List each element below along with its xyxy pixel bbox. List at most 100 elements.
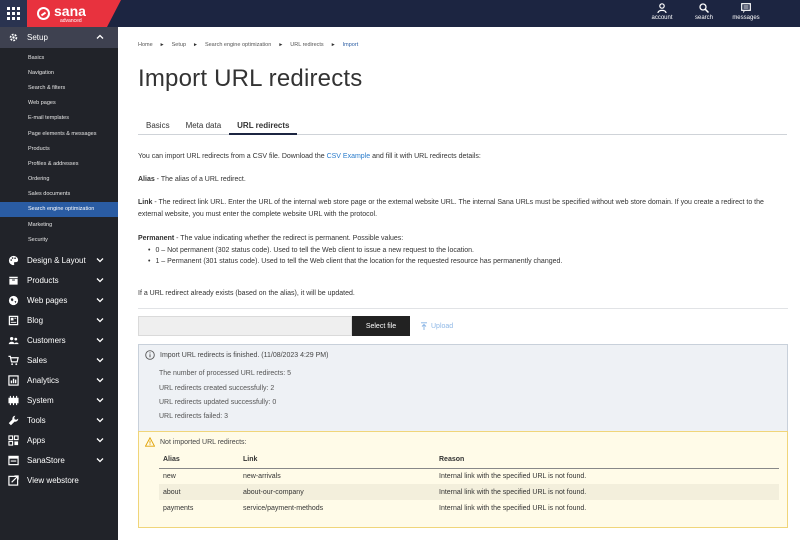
sidebar-section-label: Setup [27, 33, 48, 42]
cell-link: about-our-company [239, 484, 435, 500]
sidebar-section-sanastore[interactable]: SanaStore [0, 450, 118, 470]
list-item: 1 – Permanent (301 status code). Used to… [148, 256, 788, 268]
setup-submenu: Basics Navigation Search & filters Web p… [0, 50, 118, 247]
sidebar-section-analytics[interactable]: Analytics [0, 370, 118, 390]
cart-icon [7, 354, 19, 366]
permanent-description: Permanent - The value indicating whether… [138, 233, 788, 268]
chevron-up-icon [96, 34, 104, 39]
table-row: new new-arrivals Internal link with the … [159, 468, 779, 484]
sidebar-section-customers[interactable]: Customers [0, 330, 118, 350]
sidebar-item-profiles[interactable]: Profiles & addresses [0, 156, 118, 171]
sidebar-section-system[interactable]: System [0, 390, 118, 410]
not-imported-table: Alias Link Reason new new-arrivals Inter… [159, 452, 779, 516]
chevron-right-icon: ► [278, 42, 284, 48]
sidebar-item-page-elements[interactable]: Page elements & messages [0, 126, 118, 141]
tab-bar: Basics Meta data URL redirects [138, 120, 787, 135]
table-row: about about-our-company Internal link wi… [159, 484, 779, 500]
cell-reason: Internal link with the specified URL is … [439, 472, 587, 480]
result-line: The number of processed URL redirects: 5 [159, 370, 292, 377]
page-title: Import URL redirects [138, 65, 363, 92]
view-webstore-link[interactable]: View webstore [0, 470, 118, 490]
store-icon [7, 454, 19, 466]
sidebar-section-products[interactable]: Products [0, 270, 118, 290]
chevron-down-icon [96, 338, 104, 343]
tab-meta-data[interactable]: Meta data [178, 120, 230, 135]
breadcrumb-seo[interactable]: Search engine optimization [205, 42, 271, 48]
result-line: URL redirects failed: 3 [159, 413, 228, 420]
table-header-row: Alias Link Reason [159, 452, 779, 469]
sidebar-item-seo[interactable]: Search engine optimization [0, 201, 118, 218]
logo-wedge [107, 0, 121, 27]
chevron-right-icon: ► [330, 42, 336, 48]
sidebar-section-setup[interactable]: Setup [0, 27, 118, 48]
breadcrumb-url-redirects[interactable]: URL redirects [290, 42, 323, 48]
sidebar-item-navigation[interactable]: Navigation [0, 65, 118, 80]
search-button[interactable]: search [690, 3, 718, 21]
cell-reason: Internal link with the specified URL is … [439, 504, 587, 512]
box-icon [7, 274, 19, 286]
cell-alias: new [163, 472, 176, 480]
table-row: payments service/payment-methods Interna… [159, 500, 779, 516]
intro-text: You can import URL redirects from a CSV … [138, 153, 481, 160]
breadcrumb-home[interactable]: Home [138, 42, 153, 48]
permanent-values-list: 0 – Not permanent (302 status code). Use… [148, 245, 788, 268]
chevron-down-icon [96, 438, 104, 443]
sidebar-section-web-pages[interactable]: Web pages [0, 290, 118, 310]
select-file-button[interactable]: Select file [352, 316, 410, 336]
file-upload-row: Select file Upload [138, 316, 453, 336]
file-path-field[interactable] [138, 316, 352, 336]
chevron-down-icon [96, 318, 104, 323]
cell-link: new-arrivals [243, 472, 281, 480]
update-note: If a URL redirect already exists (based … [138, 290, 355, 297]
csv-example-link[interactable]: CSV Example [327, 153, 371, 160]
chevron-right-icon: ► [159, 42, 165, 48]
import-result-title: Import URL redirects is finished. (11/08… [160, 351, 329, 359]
info-icon [145, 350, 155, 360]
column-header-link: Link [239, 452, 435, 469]
chevron-down-icon [96, 358, 104, 363]
breadcrumb: Home ► Setup ► Search engine optimizatio… [138, 42, 358, 48]
sidebar-item-web-pages[interactable]: Web pages [0, 96, 118, 111]
apps-icon [7, 434, 19, 446]
sidebar-item-products[interactable]: Products [0, 141, 118, 156]
sidebar: Setup Basics Navigation Search & filters… [0, 27, 118, 540]
sidebar-item-basics[interactable]: Basics [0, 50, 118, 65]
external-link-icon [7, 474, 19, 486]
sidebar-item-ordering[interactable]: Ordering [0, 172, 118, 187]
tab-url-redirects[interactable]: URL redirects [229, 120, 298, 135]
sidebar-item-search-filters[interactable]: Search & filters [0, 80, 118, 95]
sidebar-section-tools[interactable]: Tools [0, 410, 118, 430]
main-content: Home ► Setup ► Search engine optimizatio… [118, 27, 800, 540]
cell-alias: about [159, 484, 239, 500]
sidebar-section-sales[interactable]: Sales [0, 350, 118, 370]
upload-button[interactable]: Upload [420, 322, 453, 330]
messages-icon [741, 3, 751, 13]
sidebar-section-design[interactable]: Design & Layout [0, 250, 118, 270]
chevron-right-icon: ► [193, 42, 198, 48]
sidebar-section-blog[interactable]: Blog [0, 310, 118, 330]
not-imported-title: Not imported URL redirects: [160, 438, 247, 446]
gear-icon [7, 32, 19, 44]
sidebar-item-security[interactable]: Security [0, 232, 118, 247]
app-grid-button[interactable] [0, 0, 27, 27]
sidebar-item-email-templates[interactable]: E-mail templates [0, 111, 118, 126]
account-button[interactable]: account [648, 3, 676, 21]
top-bar: sana advanced account search messages [0, 0, 800, 27]
brand-logo[interactable]: sana advanced [27, 0, 107, 27]
sidebar-item-sales-documents[interactable]: Sales documents [0, 187, 118, 202]
chevron-down-icon [96, 258, 104, 263]
messages-button[interactable]: messages [732, 3, 760, 21]
alias-description: Alias - The alias of a URL redirect. [138, 176, 246, 183]
cell-alias: payments [163, 504, 194, 512]
link-description: Link - The redirect link URL. Enter the … [138, 199, 764, 218]
result-line: URL redirects updated successfully: 0 [159, 399, 277, 406]
result-line: URL redirects created successfully: 2 [159, 385, 275, 392]
breadcrumb-import: Import [342, 42, 359, 48]
column-header-alias: Alias [159, 452, 239, 469]
sidebar-item-marketing[interactable]: Marketing [0, 217, 118, 232]
list-item: 0 – Not permanent (302 status code). Use… [148, 245, 788, 257]
tab-basics[interactable]: Basics [138, 120, 178, 135]
sidebar-section-apps[interactable]: Apps [0, 430, 118, 450]
divider [138, 308, 788, 309]
breadcrumb-setup[interactable]: Setup [172, 42, 186, 48]
